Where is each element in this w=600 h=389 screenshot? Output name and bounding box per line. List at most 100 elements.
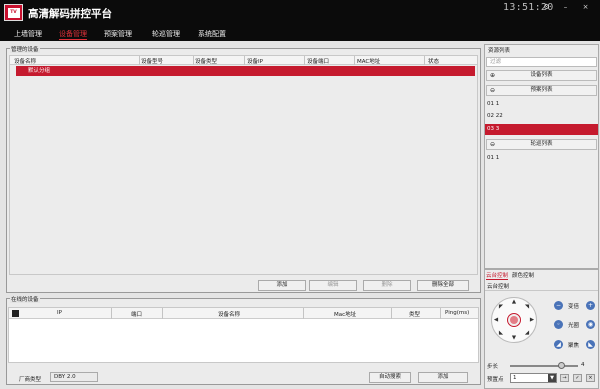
step-slider[interactable] bbox=[510, 362, 578, 369]
col-ip[interactable]: IP bbox=[57, 310, 62, 316]
device-list-label: 设备列表 bbox=[530, 72, 553, 78]
collapse-icon[interactable]: ⊖ bbox=[490, 86, 495, 95]
arrow-down-right-icon[interactable]: ◢ bbox=[524, 330, 530, 336]
col-divider bbox=[391, 308, 392, 319]
preset-set-icon[interactable]: ✓ bbox=[573, 374, 582, 382]
table-header: IP 端口 设备名称 Mac地址 类型 Ping(ms) bbox=[9, 308, 478, 319]
plan-list-item-selected[interactable]: 03 3 bbox=[485, 124, 598, 135]
delete-all-button[interactable]: 删除全部 bbox=[417, 280, 469, 291]
online-devices-title: 在线的设备 bbox=[10, 295, 40, 303]
online-devices-panel: 在线的设备 IP 端口 设备名称 Mac地址 类型 Ping(ms) 厂商类型 … bbox=[6, 295, 481, 385]
ptz-center-dot bbox=[510, 316, 518, 324]
zoom-out-icon[interactable]: − bbox=[554, 301, 563, 310]
focus-far-icon[interactable]: ◣ bbox=[586, 340, 595, 349]
col-divider bbox=[244, 56, 245, 65]
preset-value: 1 bbox=[513, 375, 517, 381]
tab-wall-management[interactable]: 上墙管理 bbox=[14, 29, 42, 39]
edit-device-button[interactable]: 编辑 bbox=[309, 280, 357, 291]
focus-near-icon[interactable]: ◢ bbox=[554, 340, 563, 349]
add-device-button[interactable]: 添加 bbox=[258, 280, 306, 291]
col-type[interactable]: 类型 bbox=[409, 310, 420, 318]
col-divider bbox=[193, 56, 194, 65]
app-title: 高清解码拼控平台 bbox=[28, 8, 112, 20]
col-divider bbox=[304, 56, 305, 65]
col-divider bbox=[354, 56, 355, 65]
col-port[interactable]: 端口 bbox=[131, 310, 142, 318]
iris-close-icon[interactable]: ◦ bbox=[554, 320, 563, 329]
app-logo: TV bbox=[4, 4, 23, 21]
tab-plan-management[interactable]: 预案管理 bbox=[104, 29, 132, 39]
tour-list-label: 轮巡列表 bbox=[530, 141, 553, 147]
resource-list-panel: 资源列表 过滤 ⊕ 设备列表 ⊖ 预案列表 01 1 02 22 03 3 ⊖ … bbox=[484, 44, 599, 269]
title-bar: TV 高清解码拼控平台 13:51:20 ⚙ – × bbox=[0, 0, 600, 27]
arrow-up-icon[interactable]: ▲ bbox=[511, 299, 517, 305]
divider bbox=[485, 290, 598, 291]
col-device-name[interactable]: 设备名称 bbox=[14, 57, 36, 65]
tab-system-config[interactable]: 系统配置 bbox=[198, 29, 226, 39]
plan-list-label: 预案列表 bbox=[530, 87, 553, 93]
col-ping[interactable]: Ping(ms) bbox=[445, 310, 469, 316]
preset-select[interactable]: 1 ▼ bbox=[510, 373, 557, 383]
arrow-right-icon[interactable]: ▶ bbox=[529, 317, 535, 323]
col-mac-address[interactable]: MAC地址 bbox=[357, 57, 380, 65]
arrow-left-icon[interactable]: ◀ bbox=[493, 317, 499, 323]
select-all-checkbox[interactable] bbox=[12, 310, 19, 317]
add-online-device-button[interactable]: 添加 bbox=[418, 372, 468, 383]
resource-filter-input[interactable]: 过滤 bbox=[486, 57, 597, 67]
table-header: 设备名称 设备型号 设备类型 设备IP 设备端口 MAC地址 状态 bbox=[10, 56, 477, 65]
col-device-port[interactable]: 设备端口 bbox=[307, 57, 329, 65]
preset-call-icon[interactable]: → bbox=[560, 374, 569, 382]
settings-icon[interactable]: ⚙ bbox=[541, 3, 552, 12]
arrow-up-left-icon[interactable]: ◤ bbox=[498, 304, 504, 310]
tab-color-control[interactable]: 颜色控制 bbox=[512, 271, 534, 279]
plan-list-item[interactable]: 01 1 bbox=[485, 99, 598, 110]
zoom-label: 聚焦 bbox=[568, 343, 580, 349]
device-group-row[interactable]: 默认分组 bbox=[16, 66, 475, 76]
auto-search-button[interactable]: 自动搜索 bbox=[369, 372, 411, 383]
col-divider bbox=[111, 308, 112, 319]
vendor-type-label: 厂商类型 bbox=[19, 377, 42, 383]
step-slider-handle[interactable] bbox=[557, 362, 565, 369]
managed-devices-table: 设备名称 设备型号 设备类型 设备IP 设备端口 MAC地址 状态 默认分组 bbox=[9, 55, 478, 275]
col-status[interactable]: 状态 bbox=[428, 57, 439, 65]
step-label: 步长 bbox=[487, 364, 499, 370]
step-value: 4 bbox=[581, 362, 585, 368]
arrow-up-right-icon[interactable]: ◥ bbox=[524, 304, 530, 310]
zoom-in-icon[interactable]: + bbox=[586, 301, 595, 310]
device-list-header[interactable]: ⊕ 设备列表 bbox=[486, 70, 597, 81]
close-button[interactable]: × bbox=[580, 3, 591, 12]
ptz-section-title: 云台控制 bbox=[487, 284, 510, 290]
tab-tour-management[interactable]: 轮巡管理 bbox=[152, 29, 180, 39]
col-mac-address[interactable]: Mac地址 bbox=[334, 310, 356, 318]
tab-ptz-control[interactable]: 云台控制 bbox=[486, 271, 509, 280]
plan-list-item[interactable]: 02 22 bbox=[485, 111, 598, 122]
logo-text: TV bbox=[7, 7, 20, 18]
arrow-down-left-icon[interactable]: ◣ bbox=[498, 330, 504, 336]
tour-list-item[interactable]: 01 1 bbox=[485, 153, 598, 164]
delete-device-button[interactable]: 删除 bbox=[363, 280, 411, 291]
chevron-down-icon[interactable]: ▼ bbox=[548, 374, 556, 382]
tab-device-management[interactable]: 设备管理 bbox=[59, 29, 87, 40]
col-device-ip[interactable]: 设备IP bbox=[247, 57, 263, 65]
resource-list-title: 资源列表 bbox=[488, 48, 511, 54]
collapse-icon[interactable]: ⊖ bbox=[490, 140, 495, 149]
preset-label: 预置点 bbox=[487, 377, 504, 383]
iris-open-icon[interactable]: ◉ bbox=[586, 320, 595, 329]
main-nav: 上墙管理 设备管理 预案管理 轮巡管理 系统配置 bbox=[0, 27, 600, 41]
iris-label: 光圈 bbox=[568, 323, 580, 329]
tour-list-header[interactable]: ⊖ 轮巡列表 bbox=[486, 139, 597, 150]
col-device-model[interactable]: 设备型号 bbox=[141, 57, 163, 65]
col-device-name[interactable]: 设备名称 bbox=[218, 310, 240, 318]
minimize-button[interactable]: – bbox=[560, 3, 571, 12]
col-divider bbox=[440, 308, 441, 319]
plan-list-header[interactable]: ⊖ 预案列表 bbox=[486, 85, 597, 96]
col-divider bbox=[162, 308, 163, 319]
preset-delete-icon[interactable]: × bbox=[586, 374, 595, 382]
arrow-down-icon[interactable]: ▼ bbox=[511, 335, 517, 341]
col-device-type[interactable]: 设备类型 bbox=[195, 57, 217, 65]
col-divider bbox=[424, 56, 425, 65]
vendor-type-select[interactable]: DBY 2.0 bbox=[50, 372, 98, 382]
managed-devices-panel: 管理的设备 设备名称 设备型号 设备类型 设备IP 设备端口 MAC地址 状态 … bbox=[6, 45, 481, 293]
expand-icon[interactable]: ⊕ bbox=[490, 71, 495, 80]
ptz-center-button[interactable] bbox=[507, 313, 521, 327]
